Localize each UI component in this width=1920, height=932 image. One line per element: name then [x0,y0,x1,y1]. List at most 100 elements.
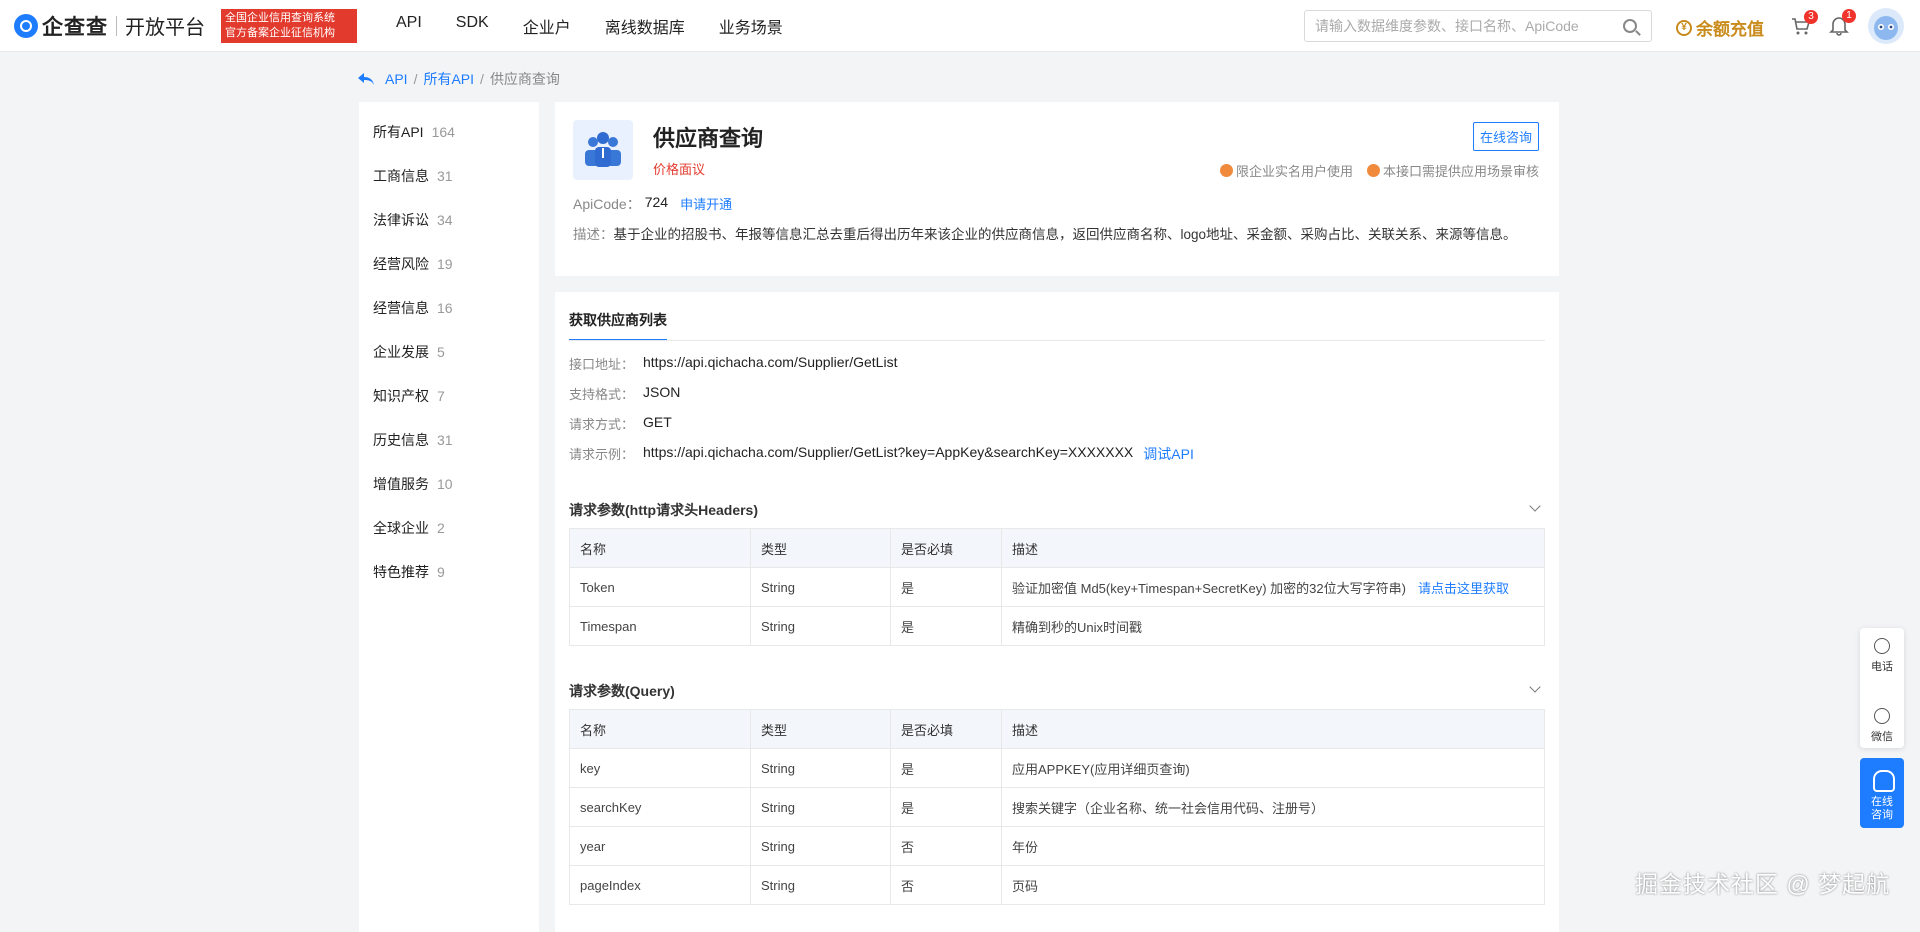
param-description: 年份 [1001,826,1545,866]
query-section-title: 请求参数(Query) [569,683,675,699]
sidebar-item-ip[interactable]: 知识产权 7 [373,386,445,406]
param-type: String [750,748,891,788]
supplier-people-icon [573,120,633,180]
sidebar-item-label: 工商信息 [373,168,429,184]
consult-label-line2: 咨询 [1871,809,1893,821]
sidebar-item-litigation[interactable]: 法律诉讼 34 [373,210,453,230]
sidebar-item-count: 2 [437,520,445,536]
nav-sdk[interactable]: SDK [456,14,489,38]
cart-count-badge: 3 [1804,10,1818,24]
sidebar-item-all[interactable]: 所有API 164 [373,122,455,142]
param-name: Timespan [569,606,751,646]
table-row: searchKey String 是 搜索关键字（企业名称、统一社会信用代码、注… [569,787,1545,827]
column-header: 名称 [569,709,751,749]
sidebar-item-count: 34 [437,212,453,228]
table-row: pageIndex String 否 页码 [569,865,1545,905]
get-token-link[interactable]: 请点击这里获取 [1418,581,1509,596]
description-text: 基于企业的招股书、年报等信息汇总去重后得出历年来该企业的供应商信息，返回供应商名… [613,227,1517,242]
nav-enterprise[interactable]: 企业户 [523,14,571,38]
param-type: String [750,826,891,866]
main-nav: API SDK 企业户 离线数据库 业务场景 [379,14,800,38]
tag-label: 本接口需提供应用场景审核 [1382,164,1539,179]
sidebar-item-label: 经营信息 [373,300,429,316]
logo[interactable]: 企查查 开放平台 [14,11,205,41]
back-arrow-icon[interactable] [357,72,375,86]
sidebar-item-operations[interactable]: 经营信息 16 [373,298,453,318]
phone-button[interactable]: 电话 [1860,638,1904,698]
online-consult-button[interactable]: 在线咨询 [1472,122,1539,151]
sidebar-item-count: 31 [437,432,453,448]
table-header-row: 名称 类型 是否必填 描述 [569,528,1545,568]
param-type: String [750,567,891,607]
table-row: Token String 是 验证加密值 Md5(key+Timespan+Se… [569,567,1545,607]
sidebar-item-history[interactable]: 历史信息 31 [373,430,453,450]
param-description: 搜索关键字（企业名称、统一社会信用代码、注册号） [1001,787,1545,827]
tag-scenario-review: 本接口需提供应用场景审核 [1366,161,1539,180]
sidebar-item-risk[interactable]: 经营风险 19 [373,254,453,274]
format-row: 支持格式： JSON [569,384,680,403]
headers-table: 名称 类型 是否必填 描述 Token String 是 验证加密值 Md5(k… [569,528,1545,646]
sidebar-item-business-info[interactable]: 工商信息 31 [373,166,453,186]
sidebar-item-label: 企业发展 [373,344,429,360]
sidebar-item-value-added[interactable]: 增值服务 10 [373,474,453,494]
tag-enterprise-only: 限企业实名用户使用 [1219,161,1353,180]
chevron-down-icon[interactable] [1529,681,1541,693]
description-label: 描述： [573,227,614,242]
endpoint-value: https://api.qichacha.com/Supplier/GetLis… [643,354,898,370]
tab-get-supplier-list[interactable]: 获取供应商列表 [569,310,667,341]
param-required: 是 [890,606,1002,646]
method-value: GET [643,414,672,430]
table-row: key String 是 应用APPKEY(应用详细页查询) [569,748,1545,788]
breadcrumb-separator: / [413,71,418,87]
headers-section-title: 请求参数(http请求头Headers) [569,502,759,518]
notification-count-badge: 1 [1842,9,1856,23]
sidebar-item-count: 5 [437,344,445,360]
cart-button[interactable]: 3 [1790,10,1818,37]
nav-api[interactable]: API [396,14,422,38]
tab-divider [569,340,1545,341]
sidebar-item-count: 31 [437,168,453,184]
param-description: 精确到秒的Unix时间戳 [1001,606,1545,646]
watermark: 掘金技术社区 @ 梦起航 [1635,871,1891,897]
sidebar-item-count: 9 [437,564,445,580]
example-label: 请求示例： [569,447,635,462]
param-name: year [569,826,751,866]
sidebar-item-label: 法律诉讼 [373,212,429,228]
category-sidebar: 所有API 164 工商信息 31 法律诉讼 34 经营风险 19 经营信息 16 企业发… [359,102,539,932]
sidebar-item-global[interactable]: 全球企业 2 [373,518,445,538]
breadcrumb-separator: / [480,71,484,87]
param-name: Token [569,567,751,607]
column-header: 类型 [750,528,891,568]
search-input[interactable] [1305,11,1623,41]
tag-label: 限企业实名用户使用 [1235,164,1353,179]
phone-icon [1874,638,1890,654]
logo-name: 企查查 [42,15,108,39]
query-table: 名称 类型 是否必填 描述 key String 是 应用APPKEY(应用详细… [569,709,1545,905]
floating-consult-button[interactable]: 在线 咨询 [1860,758,1904,828]
column-header: 类型 [750,709,891,749]
sidebar-item-count: 164 [431,124,455,140]
example-value: https://api.qichacha.com/Supplier/GetLis… [643,444,1134,460]
sidebar-item-featured[interactable]: 特色推荐 9 [373,562,445,582]
debug-api-link[interactable]: 调试API [1143,444,1194,464]
badge-line-1: 全国企业信用查询系统 [225,11,335,24]
method-row: 请求方式： GET [569,414,672,433]
nav-offline-db[interactable]: 离线数据库 [605,14,685,38]
sidebar-item-label: 全球企业 [373,520,429,536]
recharge-button[interactable]: ¥ 余额充值 [1676,15,1764,40]
api-title: 供应商查询 [653,126,764,151]
breadcrumb-api[interactable]: API [385,71,408,87]
table-header-row: 名称 类型 是否必填 描述 [569,709,1545,749]
badge-line-2: 官方备案企业征信机构 [225,26,335,39]
search-icon[interactable] [1623,19,1637,33]
param-type: String [750,787,891,827]
column-header: 描述 [1001,709,1545,749]
apply-link[interactable]: 申请开通 [680,194,732,214]
chevron-down-icon[interactable] [1529,500,1541,512]
avatar[interactable] [1868,8,1904,44]
nav-scenarios[interactable]: 业务场景 [719,14,783,38]
notification-button[interactable]: 1 [1828,9,1856,36]
sidebar-item-development[interactable]: 企业发展 5 [373,342,445,362]
column-header: 是否必填 [890,709,1002,749]
breadcrumb-all-api[interactable]: 所有API [423,69,474,89]
